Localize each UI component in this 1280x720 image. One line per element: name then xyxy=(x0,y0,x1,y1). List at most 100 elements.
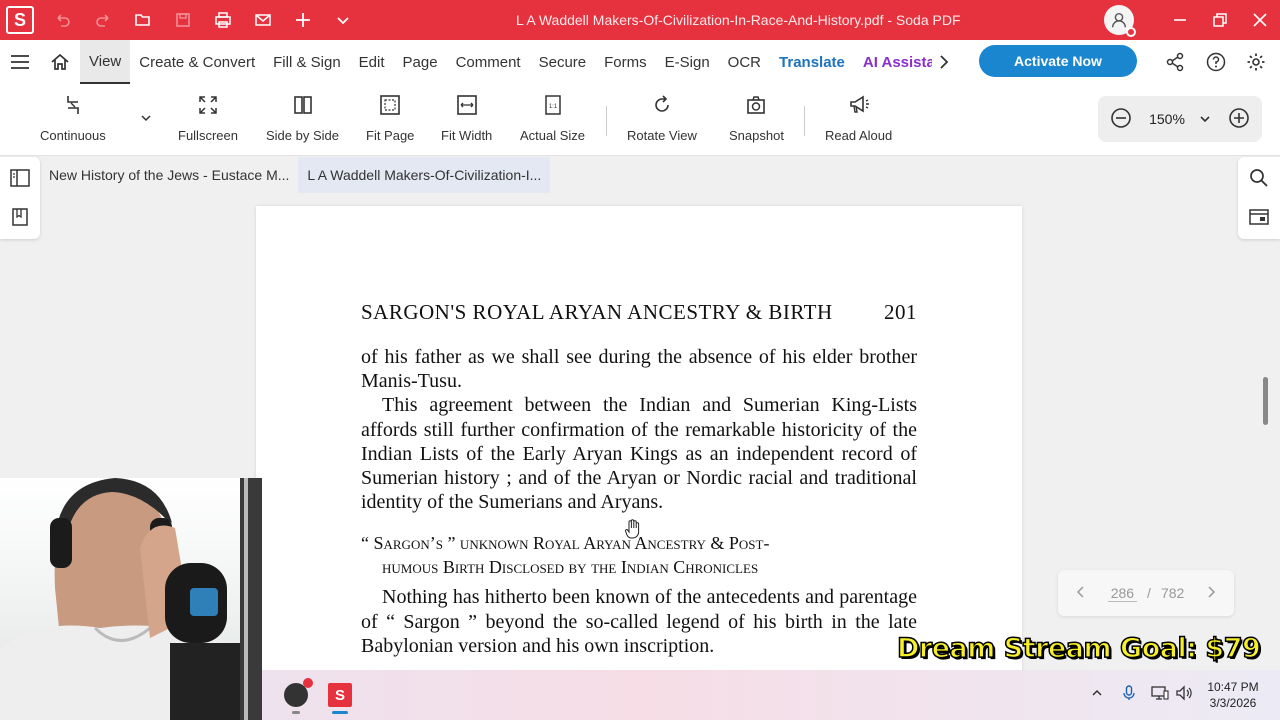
menu-translate[interactable]: Translate xyxy=(770,40,854,84)
camera-icon xyxy=(743,92,769,118)
panel-window-icon[interactable] xyxy=(1249,207,1269,227)
undo-icon[interactable] xyxy=(54,11,72,29)
section-heading-line: humous Birth Disclosed by the Indian Chr… xyxy=(382,557,759,578)
toolbar-divider xyxy=(804,106,805,136)
side-by-side-label: Side by Side xyxy=(266,128,339,143)
save-icon[interactable] xyxy=(174,11,192,29)
zoom-level-value: 150% xyxy=(1149,111,1185,127)
microphone-icon[interactable] xyxy=(1120,684,1138,702)
search-icon[interactable] xyxy=(1249,168,1269,188)
vertical-scrollbar-thumb[interactable] xyxy=(1263,377,1268,425)
fullscreen-icon xyxy=(195,92,221,118)
clock-date: 3/3/2026 xyxy=(1209,696,1257,710)
user-icon xyxy=(1111,12,1127,28)
restore-icon xyxy=(1213,13,1227,27)
toolbar-divider xyxy=(606,106,607,136)
mail-icon[interactable] xyxy=(254,11,272,29)
pdf-page[interactable]: SARGON'S ROYAL ARYAN ANCESTRY & BIRTH 20… xyxy=(256,206,1022,676)
minimize-icon xyxy=(1174,19,1186,21)
print-icon[interactable] xyxy=(214,11,232,29)
zoom-control: 150% xyxy=(1098,96,1262,142)
account-avatar[interactable] xyxy=(1104,5,1136,37)
continuous-label: Continuous xyxy=(40,128,106,143)
continuous-dropdown-chevron-icon[interactable] xyxy=(140,110,152,128)
fit-width-button[interactable]: Fit Width xyxy=(441,92,492,143)
running-head: SARGON'S ROYAL ARYAN ANCESTRY & BIRTH 20… xyxy=(361,300,917,325)
menu-create-convert[interactable]: Create & Convert xyxy=(130,40,264,84)
home-icon[interactable] xyxy=(40,40,80,84)
title-bar: S L A Waddell Makers-Of-Civilization-In-… xyxy=(0,0,1280,40)
snapshot-button[interactable]: Snapshot xyxy=(729,92,784,143)
actual-size-label: Actual Size xyxy=(520,128,586,143)
chevron-right-icon[interactable] xyxy=(932,40,956,84)
right-side-panel xyxy=(1238,157,1280,239)
menu-page[interactable]: Page xyxy=(394,40,447,84)
redo-icon[interactable] xyxy=(94,11,112,29)
menu-bar: View Create & Convert Fill & Sign Edit P… xyxy=(0,40,1280,84)
share-icon[interactable] xyxy=(1165,52,1185,72)
menu-ocr[interactable]: OCR xyxy=(719,40,770,84)
maximize-button[interactable] xyxy=(1200,0,1240,40)
total-pages: 782 xyxy=(1160,585,1185,601)
soda-pdf-icon: S xyxy=(328,683,352,707)
soda-pdf-logo[interactable]: S xyxy=(6,6,34,34)
minimize-button[interactable] xyxy=(1160,0,1200,40)
chevron-down-icon[interactable] xyxy=(334,11,352,29)
continuous-button[interactable]: Continuous xyxy=(40,92,106,143)
taskbar-obs-app[interactable] xyxy=(280,678,313,711)
document-tab-makers-of-civilization[interactable]: L A Waddell Makers-Of-Civilization-I... xyxy=(298,157,551,193)
menu-forms[interactable]: Forms xyxy=(595,40,656,84)
menu-ai-assistant[interactable]: AI Assistant xyxy=(854,40,932,84)
zoom-out-icon[interactable] xyxy=(1110,107,1132,132)
stream-goal-overlay: Dream Stream Goal: $79 xyxy=(896,632,1261,665)
notification-dot xyxy=(1126,27,1136,37)
menu-secure[interactable]: Secure xyxy=(530,40,596,84)
fit-page-button[interactable]: Fit Page xyxy=(366,92,414,143)
current-page-input[interactable]: 286 xyxy=(1107,585,1138,602)
menu-esign[interactable]: E-Sign xyxy=(656,40,719,84)
previous-page-icon[interactable] xyxy=(1076,585,1086,601)
network-icon[interactable] xyxy=(1151,684,1169,702)
read-aloud-button[interactable]: Read Aloud xyxy=(825,92,892,143)
menu-view[interactable]: View xyxy=(80,40,131,84)
actual-size-button[interactable]: 1:1 Actual Size xyxy=(520,92,585,143)
menu-fill-sign[interactable]: Fill & Sign xyxy=(264,40,350,84)
open-folder-icon[interactable] xyxy=(134,11,152,29)
menu-edit[interactable]: Edit xyxy=(350,40,394,84)
close-icon xyxy=(1253,13,1267,27)
zoom-in-icon[interactable] xyxy=(1228,107,1250,132)
document-tab-jews-history[interactable]: New History of the Jews - Eustace M... xyxy=(40,157,298,193)
svg-text:1:1: 1:1 xyxy=(548,104,557,110)
page-navigator: 286 / 782 xyxy=(1058,570,1234,616)
bookmark-icon[interactable] xyxy=(10,207,30,227)
settings-gear-icon[interactable] xyxy=(1246,52,1266,72)
add-icon[interactable] xyxy=(294,11,312,29)
clock-time: 10:47 PM xyxy=(1207,680,1259,694)
taskbar-soda-pdf-app[interactable]: S xyxy=(324,679,356,711)
system-clock[interactable]: 10:47 PM 3/3/2026 xyxy=(1200,679,1266,711)
help-icon[interactable] xyxy=(1206,52,1226,72)
close-button[interactable] xyxy=(1240,0,1280,40)
chevron-up-icon[interactable] xyxy=(1088,684,1106,702)
zoom-level-select[interactable]: 150% xyxy=(1149,111,1211,127)
document-tabs: New History of the Jews - Eustace M... L… xyxy=(40,157,551,193)
view-toolbar: Continuous Fullscreen Side by Side Fit P… xyxy=(0,84,1280,156)
continuous-scroll-icon xyxy=(60,92,86,118)
fit-width-icon xyxy=(454,92,480,118)
fit-width-label: Fit Width xyxy=(441,128,493,143)
sidebar-toggle-icon[interactable] xyxy=(10,168,30,188)
read-aloud-label: Read Aloud xyxy=(825,128,893,143)
fullscreen-button[interactable]: Fullscreen xyxy=(178,92,238,143)
hamburger-menu-icon[interactable] xyxy=(0,40,40,84)
fullscreen-label: Fullscreen xyxy=(178,128,238,143)
side-by-side-icon xyxy=(290,92,316,118)
menu-comment[interactable]: Comment xyxy=(447,40,530,84)
side-by-side-button[interactable]: Side by Side xyxy=(266,92,339,143)
activate-now-button[interactable]: Activate Now xyxy=(979,45,1137,77)
rotate-view-button[interactable]: Rotate View xyxy=(627,92,697,143)
next-page-icon[interactable] xyxy=(1206,585,1216,601)
volume-icon[interactable] xyxy=(1175,684,1193,702)
paragraph: This agreement between the Indian and Su… xyxy=(361,394,917,514)
rotate-icon xyxy=(649,92,675,118)
fit-page-label: Fit Page xyxy=(366,128,415,143)
